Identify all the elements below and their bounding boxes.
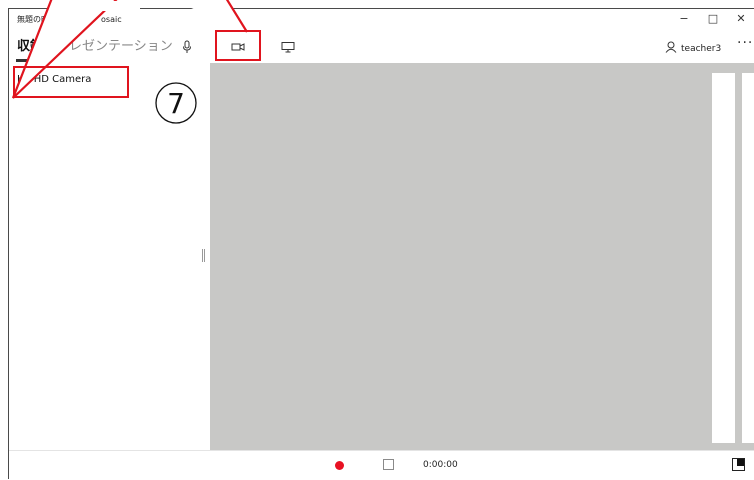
window-title-left: 無題の映像 [17, 15, 57, 24]
microphone-icon[interactable] [179, 39, 195, 55]
record-button[interactable] [335, 461, 344, 470]
recording-timer: 0:00:00 [423, 460, 458, 470]
svg-text:7: 7 [167, 87, 185, 120]
user-account[interactable]: teacher3 [665, 41, 721, 56]
command-bar: 収録 プレゼンテーション teacher3 ··· [9, 31, 754, 63]
preview-strip [712, 73, 735, 443]
camera-highlight-box [215, 30, 261, 61]
device-sidebar: HP HD Camera 7 [9, 63, 210, 450]
camera-preview [210, 63, 754, 450]
tab-record[interactable]: 収録 [17, 39, 43, 55]
screen-icon[interactable] [280, 39, 296, 55]
more-options-button[interactable]: ··· [737, 35, 753, 51]
active-tab-indicator [16, 59, 46, 62]
minimize-button[interactable]: − [674, 12, 694, 26]
maximize-button[interactable]: □ [703, 12, 723, 26]
device-highlight-box [13, 66, 129, 98]
recording-controls: 0:00:00 [9, 450, 754, 480]
close-button[interactable]: ✕ [731, 12, 751, 26]
window-title: 無題の映像 osaic [17, 14, 122, 25]
step-number-badge: 7 [153, 80, 199, 126]
user-name: teacher3 [681, 43, 722, 54]
stop-button[interactable] [383, 459, 394, 470]
layout-toggle-icon[interactable] [732, 458, 745, 471]
panel-splitter[interactable] [202, 249, 205, 262]
preview-strip-edge [742, 73, 754, 443]
tab-presentation[interactable]: プレゼンテーション [56, 39, 173, 55]
window-title-right: osaic [101, 15, 122, 24]
person-icon [665, 41, 677, 56]
title-bar: 無題の映像 osaic − □ ✕ [9, 9, 754, 31]
